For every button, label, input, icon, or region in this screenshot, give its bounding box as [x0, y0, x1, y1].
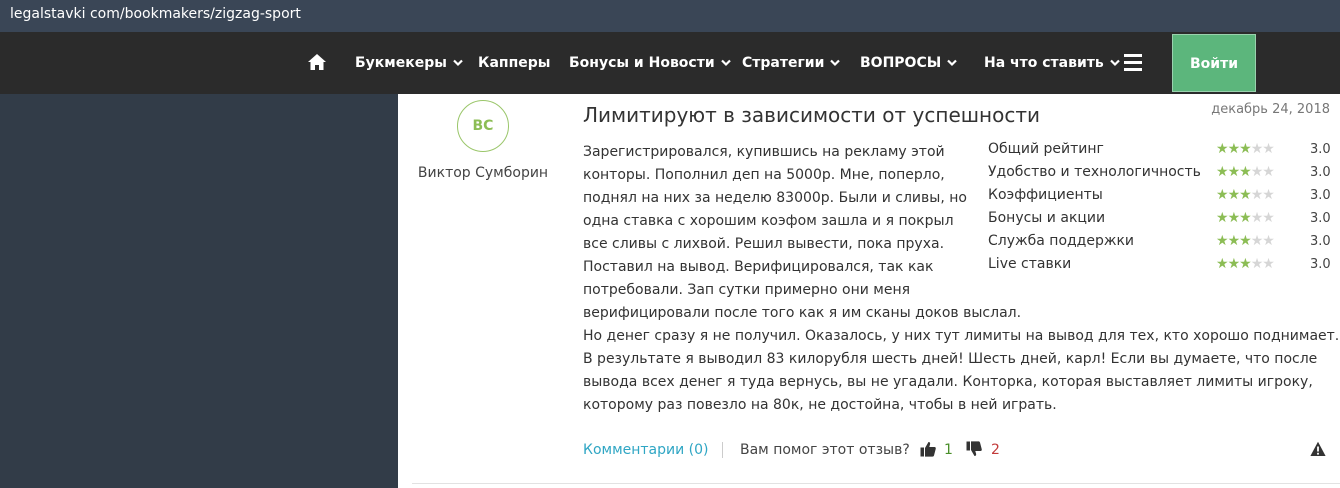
star-filled-icon: ★ — [1239, 187, 1252, 203]
star-rating-icon: ★★★★★ — [1216, 253, 1275, 276]
star-filled-icon: ★ — [1239, 256, 1252, 272]
star-filled-icon: ★ — [1216, 164, 1229, 180]
divider — [722, 442, 723, 458]
rating-label: Общий рейтинг — [988, 141, 1104, 157]
star-filled-icon: ★ — [1239, 141, 1252, 157]
rating-label: Live ставки — [988, 256, 1072, 272]
thumbs-up-count: 1 — [944, 442, 953, 458]
rating-row: Общий рейтинг ★★★★★ 3.0 — [988, 138, 1338, 161]
star-filled-icon: ★ — [1239, 164, 1252, 180]
star-empty-icon: ★ — [1262, 256, 1275, 272]
ratings-list: Общий рейтинг ★★★★★ 3.0 Удобство и техно… — [988, 138, 1338, 276]
helpful-question: Вам помог этот отзыв? — [740, 442, 910, 458]
rating-row: Бонусы и акции ★★★★★ 3.0 — [988, 207, 1338, 230]
star-empty-icon: ★ — [1262, 233, 1275, 249]
url-text: legalstavki com/bookmakers/zigzag-sport — [10, 6, 301, 22]
review-body-line: В результате я выводил 83 килорубля шест… — [583, 351, 1318, 367]
rating-label: Удобство и технологичность — [988, 164, 1201, 180]
rating-value: 3.0 — [1310, 142, 1331, 157]
review-body-line: Но денег сразу я не получил. Оказалось, … — [583, 328, 1340, 344]
rating-value: 3.0 — [1310, 234, 1331, 249]
warning-icon[interactable] — [1310, 441, 1326, 457]
chevron-down-icon — [720, 59, 731, 67]
star-filled-icon: ★ — [1216, 256, 1229, 272]
star-empty-icon: ★ — [1262, 164, 1275, 180]
rating-row: Live ставки ★★★★★ 3.0 — [988, 253, 1338, 276]
rating-label: Коэффициенты — [988, 187, 1103, 203]
nav-item-what-to-bet[interactable]: На что ставить — [984, 32, 1120, 94]
thumbs-up-icon[interactable] — [920, 441, 936, 457]
thumbs-down-count: 2 — [991, 442, 1000, 458]
star-empty-icon: ★ — [1250, 256, 1264, 272]
star-empty-icon: ★ — [1250, 164, 1264, 180]
star-filled-icon: ★ — [1239, 210, 1252, 226]
chevron-down-icon — [830, 59, 841, 67]
review-body-line: потребовали. Зап сутки примерно они меня — [583, 282, 911, 298]
review-date: декабрь 24, 2018 — [1211, 102, 1330, 117]
review-title: Лимитируют в зависимости от успешности — [583, 103, 1041, 127]
star-rating-icon: ★★★★★ — [1216, 161, 1275, 184]
star-filled-icon: ★ — [1216, 210, 1229, 226]
rating-row: Служба поддержки ★★★★★ 3.0 — [988, 230, 1338, 253]
rating-row: Удобство и технологичность ★★★★★ 3.0 — [988, 161, 1338, 184]
rating-value: 3.0 — [1310, 257, 1331, 272]
nav-item-tipsters[interactable]: Капперы — [478, 32, 550, 94]
nav-item-bonuses-news[interactable]: Бонусы и Новости — [569, 32, 731, 94]
star-filled-icon: ★ — [1227, 256, 1241, 272]
star-filled-icon: ★ — [1216, 141, 1229, 157]
left-sidebar — [0, 94, 398, 488]
star-rating-icon: ★★★★★ — [1216, 138, 1275, 161]
rating-value: 3.0 — [1310, 211, 1331, 226]
chevron-down-icon — [947, 59, 958, 67]
chevron-down-icon — [1109, 59, 1120, 67]
review-body-line: которому раз повезло на 80к, не достойна… — [583, 397, 1057, 413]
nav-item-bookmakers[interactable]: Букмекеры — [355, 32, 463, 94]
star-empty-icon: ★ — [1250, 210, 1264, 226]
star-filled-icon: ★ — [1239, 233, 1252, 249]
star-filled-icon: ★ — [1216, 233, 1229, 249]
avatar: ВС — [457, 100, 509, 152]
divider — [412, 483, 1340, 484]
star-filled-icon: ★ — [1227, 164, 1241, 180]
star-empty-icon: ★ — [1262, 187, 1275, 203]
star-empty-icon: ★ — [1262, 210, 1275, 226]
star-empty-icon: ★ — [1262, 141, 1275, 157]
review-footer: Комментарии (0) Вам помог этот отзыв? 1 … — [583, 438, 1333, 462]
rating-value: 3.0 — [1310, 188, 1331, 203]
star-rating-icon: ★★★★★ — [1216, 207, 1275, 230]
top-navbar: Букмекеры Капперы Бонусы и Новости Страт… — [0, 32, 1340, 94]
star-empty-icon: ★ — [1250, 187, 1264, 203]
review-body-line: верифицировали после того как я им сканы… — [583, 305, 1022, 321]
login-button[interactable]: Войти — [1172, 34, 1256, 92]
review-body-line: вывода всех денег я туда вернусь, вы не … — [583, 374, 1313, 390]
star-filled-icon: ★ — [1227, 233, 1241, 249]
home-icon[interactable] — [308, 54, 326, 70]
rating-label: Бонусы и акции — [988, 210, 1106, 226]
star-rating-icon: ★★★★★ — [1216, 184, 1275, 207]
star-filled-icon: ★ — [1227, 141, 1241, 157]
star-empty-icon: ★ — [1250, 233, 1264, 249]
star-filled-icon: ★ — [1227, 187, 1241, 203]
thumbs-down-icon[interactable] — [966, 441, 982, 457]
rating-label: Служба поддержки — [988, 233, 1135, 249]
rating-value: 3.0 — [1310, 165, 1331, 180]
chevron-down-icon — [453, 59, 463, 67]
star-empty-icon: ★ — [1250, 141, 1264, 157]
comments-link[interactable]: Комментарии (0) — [583, 438, 709, 462]
star-rating-icon: ★★★★★ — [1216, 230, 1275, 253]
hamburger-icon[interactable] — [1124, 54, 1142, 72]
rating-row: Коэффициенты ★★★★★ 3.0 — [988, 184, 1338, 207]
nav-item-questions[interactable]: ВОПРОСЫ — [860, 32, 958, 94]
review-author: Виктор Сумборин — [417, 165, 549, 181]
star-filled-icon: ★ — [1216, 187, 1229, 203]
address-bar[interactable]: legalstavki com/bookmakers/zigzag-sport — [0, 0, 1340, 32]
nav-item-strategies[interactable]: Стратегии — [742, 32, 841, 94]
star-filled-icon: ★ — [1227, 210, 1241, 226]
